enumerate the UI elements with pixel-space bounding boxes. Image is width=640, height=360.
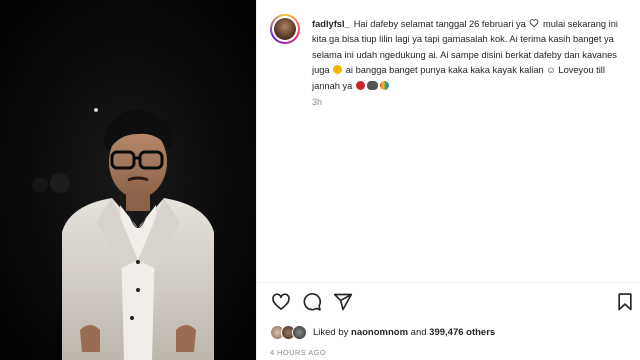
liker-avatar[interactable] [292, 324, 307, 340]
likes-summary: Liked by naonomnom and 399,476 others [270, 322, 495, 342]
heart-outline-icon [530, 19, 539, 28]
smiling-face-hearts-icon [333, 65, 343, 75]
comment-button[interactable] [301, 291, 323, 313]
post-caption: fadlyfsl_ Hai dafeby selamat tanggal 26 f… [312, 17, 632, 94]
like-button[interactable] [270, 291, 292, 313]
post-image [0, 0, 256, 360]
send-icon [333, 293, 353, 311]
post-photo[interactable] [0, 0, 256, 360]
eyes-icon [366, 80, 378, 90]
save-button[interactable] [614, 291, 636, 313]
bookmark-icon [618, 293, 632, 311]
liker-username[interactable]: naonomnom [351, 327, 408, 338]
share-button[interactable] [332, 291, 354, 313]
caption-part-1: Hai dafeby selamat tanggal 26 februari y… [353, 19, 526, 29]
author-username[interactable]: fadlyfsl_ [312, 19, 350, 29]
likes-text: Liked by naonomnom and 399,476 others [313, 326, 496, 338]
author-avatar[interactable] [270, 14, 300, 44]
post-time[interactable]: 4 HOURS AGO [270, 348, 326, 357]
rose-icon [355, 80, 365, 90]
heart-icon [272, 293, 290, 310]
actions-divider [257, 282, 640, 283]
smile-glyph: ☺ [546, 65, 556, 76]
rainbow-icon [379, 80, 389, 90]
caption-time[interactable]: 3h [312, 97, 322, 107]
caption-part-3: ai bangga banget punya kaka kaka kayak k… [343, 65, 544, 76]
post-side-pane: fadlyfsl_ Hai dafeby selamat tanggal 26 f… [257, 0, 640, 360]
comment-icon [303, 292, 322, 311]
likes-count[interactable]: 399,476 others [429, 327, 495, 338]
